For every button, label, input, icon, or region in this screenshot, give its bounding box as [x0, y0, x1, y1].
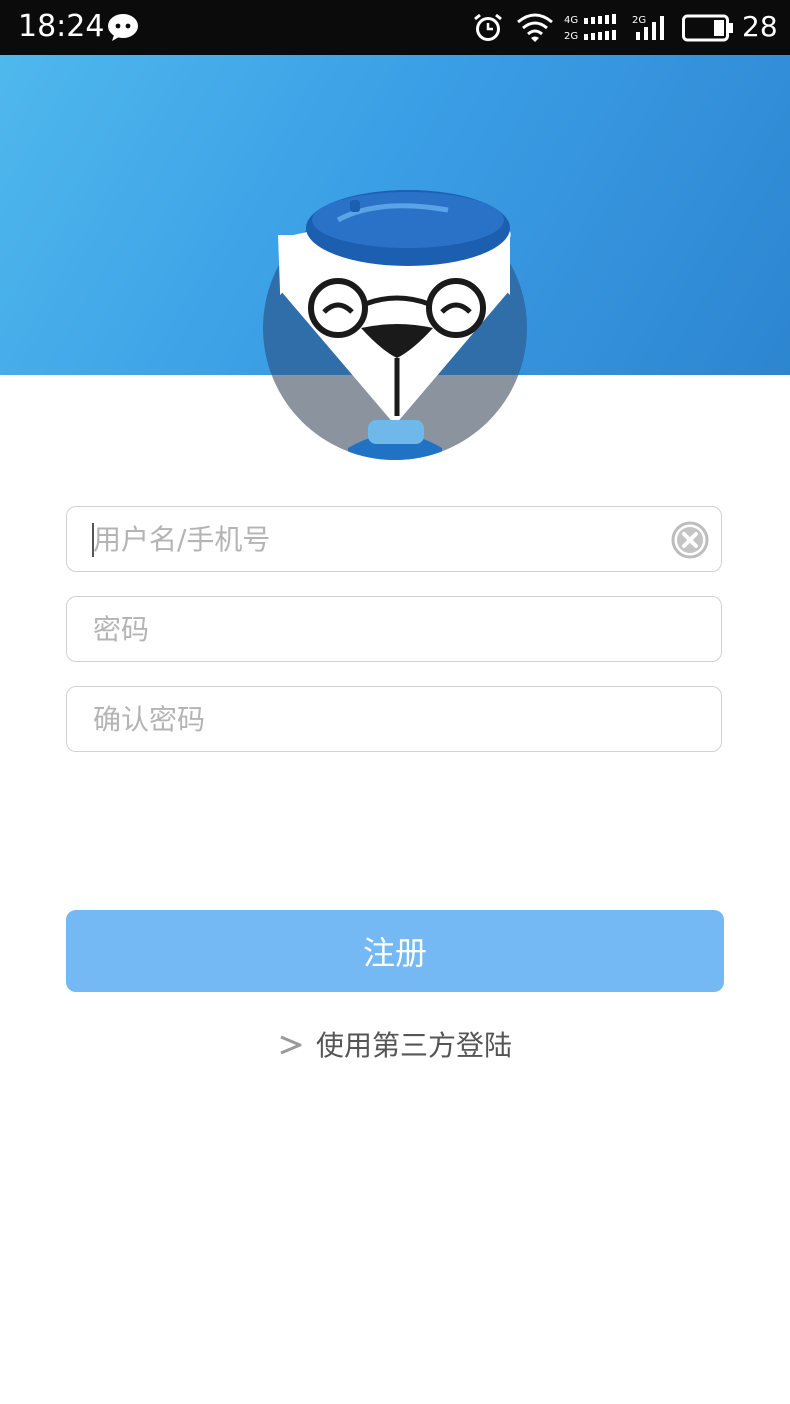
confirm-password-field[interactable] — [66, 686, 722, 752]
wifi-icon — [517, 13, 553, 42]
signal-2g-icon: 2G — [632, 15, 664, 40]
text-cursor — [92, 523, 94, 557]
third-party-login-label: 使用第三方登陆 — [315, 1029, 512, 1062]
chevron-right-icon — [280, 1035, 302, 1055]
username-field[interactable] — [66, 506, 722, 572]
username-input[interactable] — [93, 507, 653, 571]
third-party-login-link[interactable]: 使用第三方登陆 — [0, 1024, 790, 1068]
password-input[interactable] — [93, 597, 653, 661]
register-button[interactable]: 注册 — [66, 910, 724, 992]
signal-4g-2g-icon: 4G 2G — [564, 14, 616, 42]
mascot-avatar-icon — [263, 190, 527, 460]
status-bar: 18:24 4G 2G 2G 28 — [0, 0, 790, 55]
status-time: 18:24 — [18, 9, 105, 44]
svg-text:2G: 2G — [632, 15, 646, 26]
svg-text:4G: 4G — [564, 15, 578, 26]
battery-icon — [682, 14, 733, 42]
svg-text:2G: 2G — [564, 31, 578, 42]
wechat-icon — [108, 14, 138, 41]
clear-input-icon[interactable] — [671, 521, 709, 559]
alarm-icon — [474, 13, 502, 41]
register-screen: 18:24 4G 2G 2G 28 用户名/手机号 注册 使用第三方登陆 — [0, 0, 790, 1404]
password-field[interactable] — [66, 596, 722, 662]
battery-level-text: 28 — [742, 10, 778, 43]
confirm-password-input[interactable] — [93, 687, 653, 751]
